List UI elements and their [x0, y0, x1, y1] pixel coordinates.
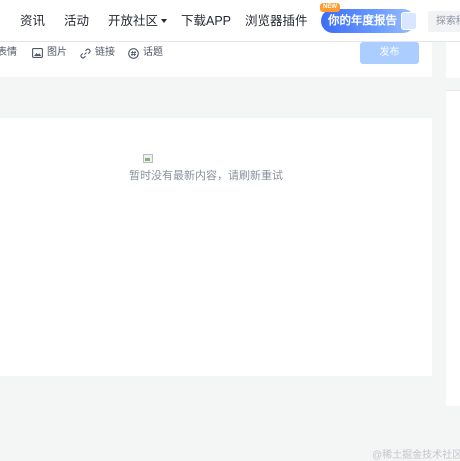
right-sidebar-top [446, 42, 460, 78]
feed-list: 暂时没有最新内容，请刷新重试 [0, 118, 432, 376]
search-input[interactable]: 探索稀土掘金 [428, 11, 460, 32]
nav-item-browser-extension[interactable]: 浏览器插件 [245, 13, 308, 29]
right-sidebar-panel [446, 90, 460, 406]
nav-item-news[interactable]: 资讯 [20, 13, 45, 29]
nav-item-open-community-label: 开放社区 [108, 14, 159, 28]
emoji-tool[interactable]: 表情 [0, 47, 17, 59]
watermark: @稀土掘金技术社区 [372, 450, 460, 461]
annual-report-button[interactable]: NEW 你的年度报告 [320, 3, 417, 33]
annual-report-label: 你的年度报告 [328, 15, 397, 27]
link-icon [80, 48, 91, 58]
empty-state-message: 暂时没有最新内容，请刷新重试 [129, 170, 283, 182]
emoji-tool-label: 表情 [0, 47, 17, 58]
nav-item-download-app[interactable]: 下载APP [181, 13, 231, 29]
nav-item-open-community[interactable]: 开放社区 [108, 13, 168, 29]
topic-tool-label: 话题 [143, 47, 163, 58]
caret-down-icon [161, 18, 168, 23]
link-tool-label: 链接 [95, 47, 115, 58]
new-tag: NEW [320, 3, 340, 12]
nav-item-events[interactable]: 活动 [64, 13, 89, 29]
post-editor-toolbar: 表情 图片 链接 话题 发布 [0, 42, 432, 77]
topic-tool[interactable]: 话题 [128, 47, 163, 59]
topic-icon [128, 47, 139, 59]
link-tool[interactable]: 链接 [80, 47, 115, 59]
image-icon [32, 48, 43, 58]
top-navbar: 资讯 活动 开放社区 下载APP 浏览器插件 NEW 你的年度报告 探索稀土掘金 [0, 0, 460, 42]
image-tool-label: 图片 [47, 47, 67, 58]
broken-image-icon [143, 154, 153, 163]
publish-button[interactable]: 发布 [360, 42, 419, 64]
image-tool[interactable]: 图片 [32, 47, 67, 59]
report-document-icon [401, 12, 417, 30]
